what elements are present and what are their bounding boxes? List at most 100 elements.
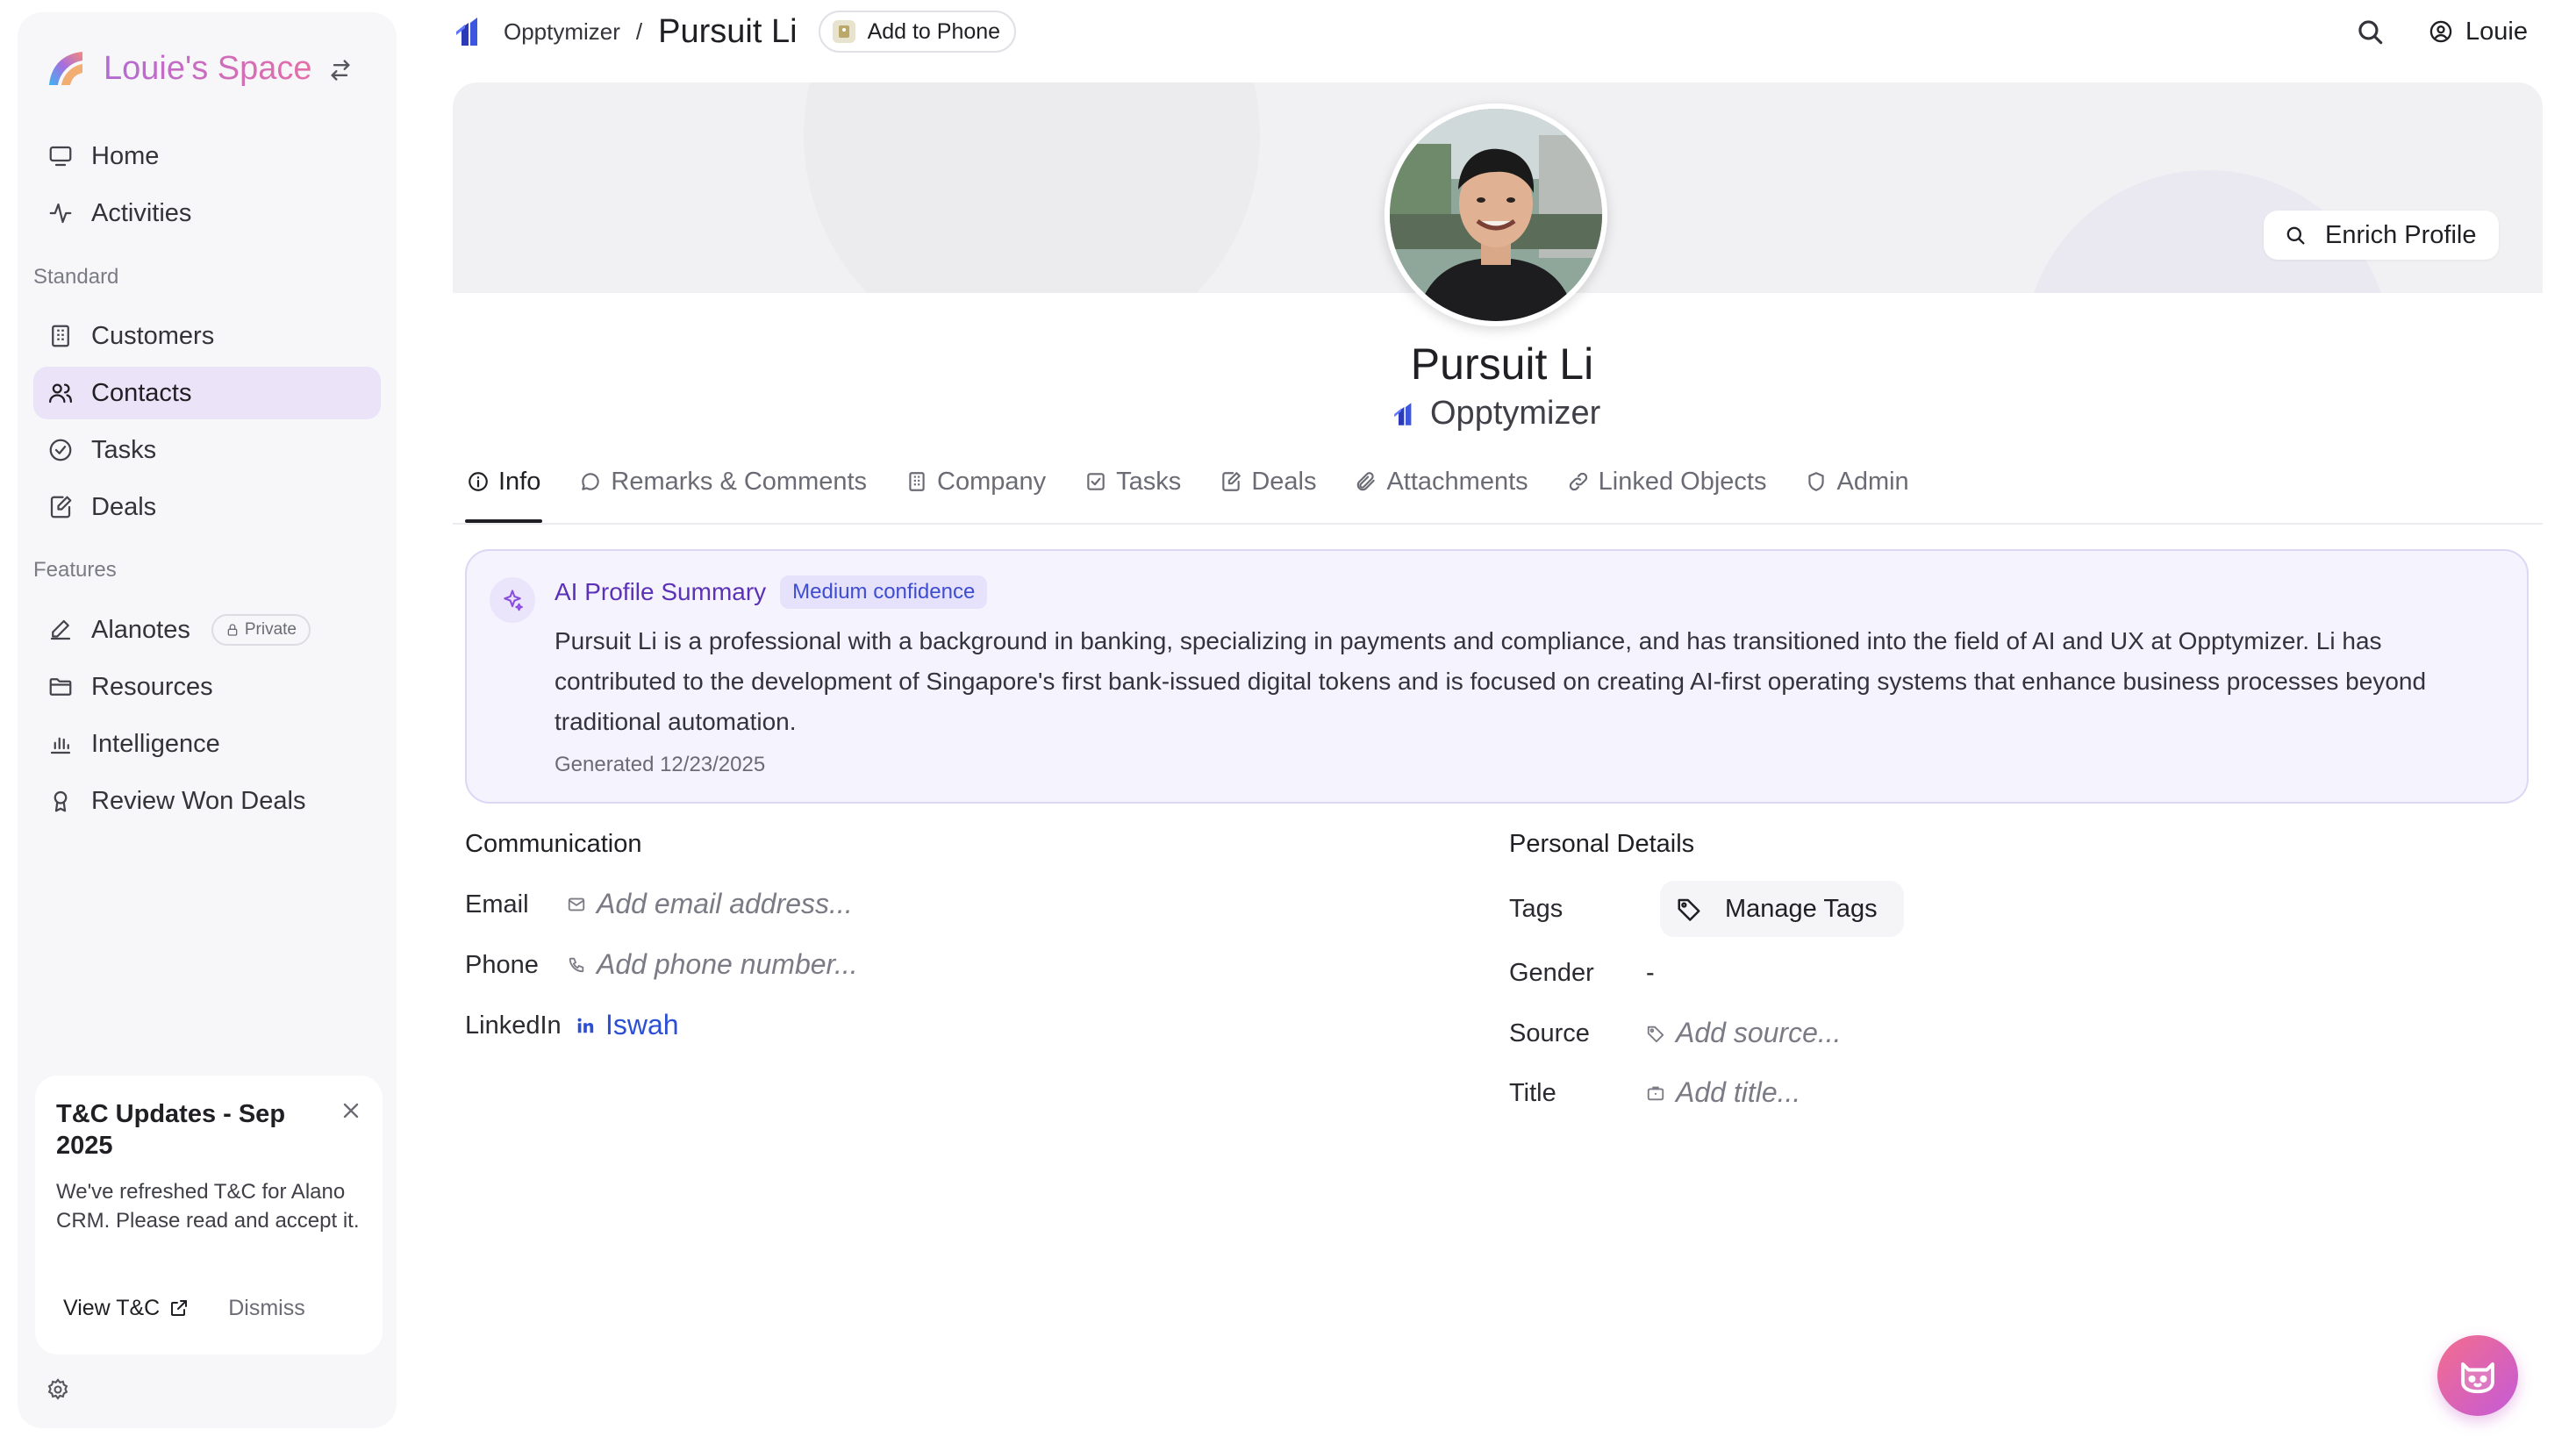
top-bar: Opptymizer / Pursuit Li Add to Phone Lou… bbox=[447, 0, 2576, 63]
sidebar-item-label: Alanotes bbox=[91, 615, 190, 644]
tc-update-notice: T&C Updates - Sep 2025 We've refreshed T… bbox=[35, 1076, 383, 1355]
tab-admin[interactable]: Admin bbox=[1803, 460, 1910, 504]
tab-label: Tasks bbox=[1116, 467, 1182, 496]
company-logo-icon bbox=[1394, 402, 1412, 425]
dismiss-button[interactable]: Dismiss bbox=[228, 1296, 305, 1321]
gender-label: Gender bbox=[1509, 959, 1594, 987]
user-circle-icon bbox=[2429, 20, 2452, 43]
breadcrumb-parent[interactable]: Opptymizer bbox=[504, 18, 620, 46]
tab-company[interactable]: Company bbox=[904, 460, 1048, 504]
email-label: Email bbox=[465, 890, 529, 918]
source-field[interactable]: Add source... bbox=[1646, 1017, 1842, 1049]
user-name: Louie bbox=[2465, 17, 2528, 46]
profile-tabs: Info Remarks & Comments Company Tasks De… bbox=[465, 460, 1946, 523]
award-icon bbox=[54, 790, 68, 812]
sidebar-item-review-won-deals[interactable]: Review Won Deals bbox=[33, 775, 381, 827]
title-label: Title bbox=[1509, 1079, 1556, 1107]
check-circle-icon bbox=[49, 439, 72, 461]
workspace-logo-icon bbox=[49, 52, 82, 85]
tab-remarks-comments[interactable]: Remarks & Comments bbox=[577, 460, 869, 504]
user-menu[interactable]: Louie bbox=[2429, 12, 2528, 51]
lock-icon bbox=[227, 624, 238, 636]
contact-card-icon bbox=[832, 20, 855, 43]
tab-label: Info bbox=[498, 467, 541, 496]
sidebar-item-label: Tasks bbox=[91, 435, 157, 464]
pen-icon bbox=[50, 619, 71, 640]
tab-tasks[interactable]: Tasks bbox=[1083, 460, 1183, 504]
workspace-name: Louie's Space bbox=[104, 49, 312, 87]
tab-linked-objects[interactable]: Linked Objects bbox=[1565, 460, 1769, 504]
phone-field[interactable]: Add phone number... bbox=[567, 948, 858, 981]
tag-icon bbox=[1647, 1026, 1664, 1042]
linkedin-link[interactable]: Iswah bbox=[576, 1009, 679, 1041]
sidebar-item-home[interactable]: Home bbox=[33, 130, 381, 182]
tab-info[interactable]: Info bbox=[465, 460, 543, 523]
sidebar-item-deals[interactable]: Deals bbox=[33, 481, 381, 533]
info-icon bbox=[469, 472, 488, 491]
paperclip-icon bbox=[1357, 472, 1376, 491]
tabs-divider bbox=[453, 523, 2543, 525]
settings-button[interactable] bbox=[39, 1370, 77, 1409]
avatar[interactable] bbox=[1385, 104, 1607, 326]
ai-summary-text: Pursuit Li is a professional with a back… bbox=[555, 627, 2427, 735]
tab-label: Linked Objects bbox=[1598, 467, 1767, 496]
gender-field[interactable]: - bbox=[1646, 959, 1655, 988]
sidebar-item-label: Deals bbox=[91, 492, 157, 521]
tab-label: Remarks & Comments bbox=[611, 467, 868, 496]
page-title: Pursuit Li bbox=[658, 12, 798, 50]
enrich-profile-label: Enrich Profile bbox=[2325, 220, 2477, 249]
sidebar-item-alanotes[interactable]: Alanotes Private bbox=[33, 604, 381, 656]
shield-icon bbox=[1808, 472, 1825, 491]
search-icon bbox=[2286, 226, 2305, 245]
linkedin-value: Iswah bbox=[605, 1009, 679, 1040]
tab-label: Attachments bbox=[1386, 467, 1528, 496]
phone-icon bbox=[569, 957, 584, 972]
tab-label: Deals bbox=[1251, 467, 1317, 496]
monitor-icon bbox=[49, 146, 72, 167]
cat-face-icon bbox=[2461, 1362, 2494, 1394]
edit-doc-icon bbox=[1222, 472, 1241, 491]
email-field[interactable]: Add email address... bbox=[567, 888, 853, 920]
linkedin-icon bbox=[577, 1018, 594, 1033]
title-field[interactable]: Add title... bbox=[1646, 1076, 1800, 1109]
ai-summary-title: AI Profile Summary bbox=[555, 578, 767, 605]
sidebar-item-label: Review Won Deals bbox=[91, 786, 306, 815]
sidebar-item-intelligence[interactable]: Intelligence bbox=[33, 718, 381, 770]
section-label-features: Features bbox=[33, 558, 117, 582]
search-icon[interactable] bbox=[2353, 15, 2386, 48]
view-tc-button[interactable]: View T&C bbox=[47, 1286, 205, 1330]
tc-notice-title: T&C Updates - Sep 2025 bbox=[56, 1100, 286, 1160]
assistant-chat-button[interactable] bbox=[2437, 1335, 2518, 1416]
collapse-sidebar-button[interactable] bbox=[325, 54, 356, 86]
ai-summary-generated-date: Generated 12/23/2025 bbox=[555, 753, 766, 776]
confidence-badge: Medium confidence bbox=[780, 575, 988, 609]
workspace-switcher[interactable]: Louie's Space bbox=[44, 37, 312, 100]
checkbox-icon bbox=[1087, 473, 1105, 490]
close-icon[interactable] bbox=[339, 1098, 363, 1123]
source-placeholder: Add source... bbox=[1676, 1017, 1842, 1048]
sidebar-item-resources[interactable]: Resources bbox=[33, 661, 381, 713]
link-icon bbox=[1569, 472, 1587, 491]
sidebar-item-activities[interactable]: Activities bbox=[33, 187, 381, 239]
tab-label: Company bbox=[937, 467, 1047, 496]
manage-tags-button[interactable]: Manage Tags bbox=[1660, 881, 1904, 937]
add-to-phone-button[interactable]: Add to Phone bbox=[818, 11, 1017, 53]
add-to-phone-label: Add to Phone bbox=[867, 18, 1001, 44]
tab-attachments[interactable]: Attachments bbox=[1353, 460, 1529, 504]
sidebar-item-tasks[interactable]: Tasks bbox=[33, 424, 381, 476]
personal-details-title: Personal Details bbox=[1509, 830, 1695, 858]
bar-chart-icon bbox=[50, 737, 71, 754]
contact-company[interactable]: Opptymizer bbox=[1392, 395, 1600, 432]
contact-name: Pursuit Li bbox=[1410, 340, 1594, 389]
mail-icon bbox=[568, 897, 585, 911]
ai-profile-summary: AI Profile Summary Medium confidence Pur… bbox=[465, 549, 2529, 804]
swap-arrows-icon bbox=[331, 60, 350, 81]
phone-placeholder: Add phone number... bbox=[597, 948, 858, 980]
activity-icon bbox=[49, 203, 72, 224]
enrich-profile-button[interactable]: Enrich Profile bbox=[2264, 211, 2500, 260]
tab-deals[interactable]: Deals bbox=[1218, 460, 1318, 504]
building-icon bbox=[909, 472, 925, 491]
communication-title: Communication bbox=[465, 830, 642, 858]
gear-icon bbox=[47, 1378, 68, 1400]
comment-icon bbox=[582, 473, 600, 490]
